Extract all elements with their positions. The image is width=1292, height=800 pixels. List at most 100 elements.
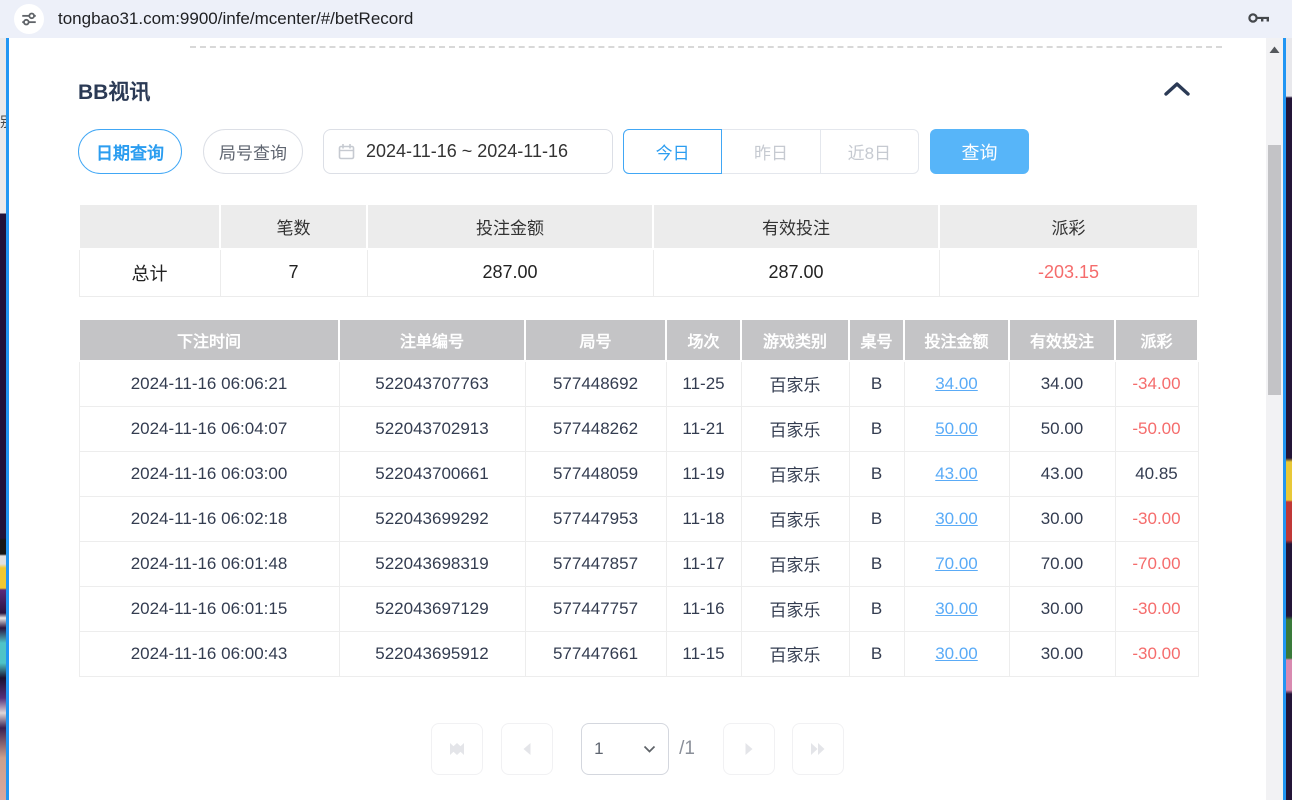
records-header-cell: 派彩	[1115, 319, 1198, 361]
bet-time-cell: 2024-11-16 06:00:43	[79, 631, 339, 676]
site-info-button[interactable]	[14, 4, 44, 34]
bet-time-cell: 2024-11-16 06:02:18	[79, 496, 339, 541]
password-key-button[interactable]	[1246, 8, 1272, 33]
valid-bet-cell: 34.00	[1009, 361, 1115, 406]
scrollbar-track[interactable]	[1266, 38, 1283, 800]
table-row: 2024-11-16 06:00:43522043695912577447661…	[79, 631, 1198, 676]
prev-page-icon	[519, 741, 535, 757]
records-header-cell: 注单编号	[339, 319, 525, 361]
bet-time-cell: 2024-11-16 06:03:00	[79, 451, 339, 496]
first-page-icon	[448, 741, 466, 757]
quick-date-segment: 今日 昨日 近8日	[623, 129, 919, 174]
table-no-cell: B	[849, 406, 904, 451]
session-cell: 11-16	[666, 586, 741, 631]
summary-header-cell: 有效投注	[653, 204, 939, 249]
bet-time-cell: 2024-11-16 06:04:07	[79, 406, 339, 451]
table-no-cell: B	[849, 631, 904, 676]
summary-header-cell: 投注金额	[367, 204, 653, 249]
url-text[interactable]: tongbao31.com:9900/infe/mcenter/#/betRec…	[58, 9, 413, 29]
round-query-tab-button[interactable]: 局号查询	[203, 129, 303, 174]
table-row: 2024-11-16 06:01:15522043697129577447757…	[79, 586, 1198, 631]
date-range-input[interactable]: 2024-11-16 ~ 2024-11-16	[323, 129, 613, 174]
records-header-cell: 场次	[666, 319, 741, 361]
game-type-cell: 百家乐	[741, 451, 849, 496]
bet-id-cell: 522043699292	[339, 496, 525, 541]
background-page-right-sliver	[1286, 38, 1292, 800]
bet-amount-link[interactable]: 43.00	[935, 464, 978, 483]
page-title: BB视讯	[78, 76, 150, 106]
modal-left-border	[6, 38, 9, 800]
payout-cell: -50.00	[1115, 406, 1198, 451]
bet-amount-link[interactable]: 30.00	[935, 509, 978, 528]
bet-amount-cell: 30.00	[904, 586, 1009, 631]
today-button[interactable]: 今日	[623, 129, 722, 174]
valid-bet-cell: 30.00	[1009, 496, 1115, 541]
site-settings-icon	[20, 10, 38, 28]
payout-cell: -30.00	[1115, 586, 1198, 631]
summary-header-cell: 笔数	[220, 204, 367, 249]
scrollbar-up-button[interactable]	[1266, 44, 1283, 56]
bet-id-cell: 522043707763	[339, 361, 525, 406]
scrollbar-thumb[interactable]	[1268, 145, 1281, 395]
browser-address-bar[interactable]: tongbao31.com:9900/infe/mcenter/#/betRec…	[0, 0, 1292, 38]
bet-amount-link[interactable]: 70.00	[935, 554, 978, 573]
records-header-cell: 有效投注	[1009, 319, 1115, 361]
bet-amount-link[interactable]: 30.00	[935, 644, 978, 663]
payout-cell: -30.00	[1115, 631, 1198, 676]
bet-amount-link[interactable]: 50.00	[935, 419, 978, 438]
date-query-tab-button[interactable]: 日期查询	[78, 129, 182, 174]
payout-cell: -34.00	[1115, 361, 1198, 406]
table-no-cell: B	[849, 451, 904, 496]
session-cell: 11-17	[666, 541, 741, 586]
yesterday-button[interactable]: 昨日	[721, 129, 820, 174]
bet-amount-cell: 70.00	[904, 541, 1009, 586]
game-type-cell: 百家乐	[741, 496, 849, 541]
valid-bet-cell: 70.00	[1009, 541, 1115, 586]
valid-bet-cell: 50.00	[1009, 406, 1115, 451]
session-cell: 11-15	[666, 631, 741, 676]
records-header-cell: 局号	[525, 319, 666, 361]
last-8-days-button[interactable]: 近8日	[820, 129, 919, 174]
last-page-button[interactable]	[792, 723, 844, 775]
bet-amount-link[interactable]: 30.00	[935, 599, 978, 618]
summary-total-row: 总计7287.00287.00-203.15	[79, 249, 1198, 296]
summary-cell: 287.00	[367, 249, 653, 296]
valid-bet-cell: 30.00	[1009, 586, 1115, 631]
records-header-row: 下注时间注单编号局号场次游戏类别桌号投注金额有效投注派彩	[79, 319, 1198, 361]
password-key-icon	[1246, 8, 1272, 28]
summary-table: 笔数投注金额有效投注派彩 总计7287.00287.00-203.15	[78, 203, 1199, 297]
records-header-cell: 游戏类别	[741, 319, 849, 361]
round-no-cell: 577447857	[525, 541, 666, 586]
session-cell: 11-18	[666, 496, 741, 541]
valid-bet-cell: 43.00	[1009, 451, 1115, 496]
table-row: 2024-11-16 06:06:21522043707763577448692…	[79, 361, 1198, 406]
game-type-cell: 百家乐	[741, 586, 849, 631]
bet-amount-cell: 50.00	[904, 406, 1009, 451]
search-button[interactable]: 查询	[930, 129, 1029, 174]
table-no-cell: B	[849, 541, 904, 586]
summary-header-cell	[79, 204, 220, 249]
scroll-up-icon	[1268, 44, 1281, 56]
next-page-button[interactable]	[723, 723, 775, 775]
prev-page-button[interactable]	[501, 723, 553, 775]
page-select[interactable]: 1	[581, 723, 669, 775]
round-no-cell: 577448059	[525, 451, 666, 496]
game-type-cell: 百家乐	[741, 541, 849, 586]
bet-time-cell: 2024-11-16 06:06:21	[79, 361, 339, 406]
collapse-panel-button[interactable]	[1161, 79, 1193, 99]
next-page-icon	[741, 741, 757, 757]
table-no-cell: B	[849, 586, 904, 631]
round-no-cell: 577447953	[525, 496, 666, 541]
summary-header-cell: 派彩	[939, 204, 1198, 249]
page-select-value: 1	[594, 739, 643, 759]
last-page-icon	[809, 741, 827, 757]
payout-cell: -70.00	[1115, 541, 1198, 586]
bet-amount-cell: 34.00	[904, 361, 1009, 406]
round-no-cell: 577447757	[525, 586, 666, 631]
records-header-cell: 桌号	[849, 319, 904, 361]
bet-id-cell: 522043698319	[339, 541, 525, 586]
first-page-button[interactable]	[431, 723, 483, 775]
bet-amount-link[interactable]: 34.00	[935, 374, 978, 393]
date-range-value: 2024-11-16 ~ 2024-11-16	[366, 141, 568, 162]
records-header-cell: 下注时间	[79, 319, 339, 361]
